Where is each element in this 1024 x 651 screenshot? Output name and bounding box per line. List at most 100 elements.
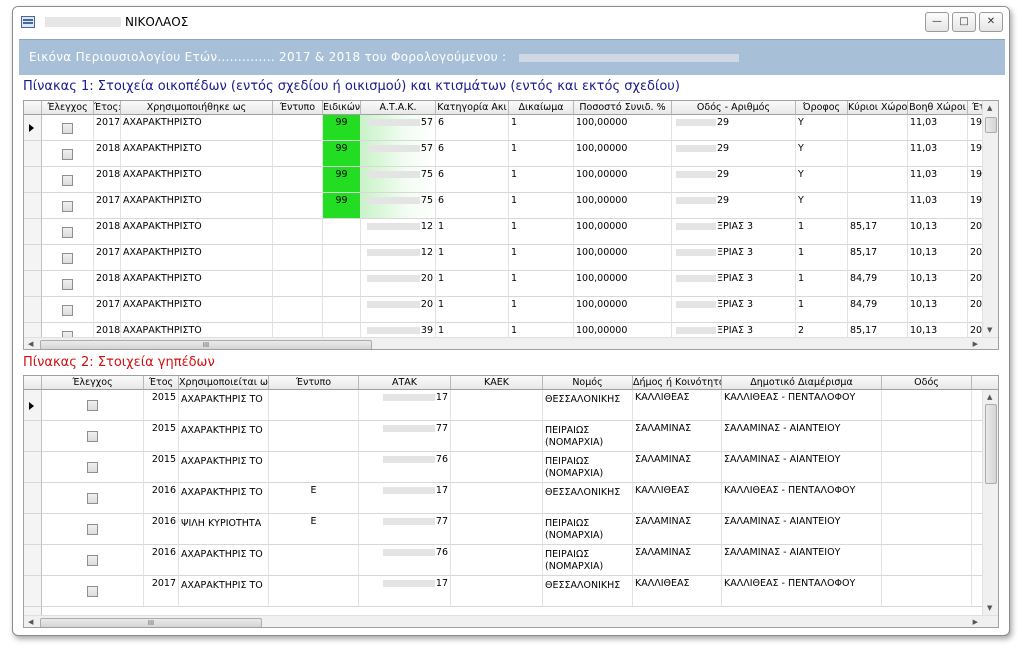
row-selector[interactable]	[24, 167, 42, 193]
check-cell[interactable]	[42, 245, 94, 271]
row-selector[interactable]	[24, 141, 42, 167]
table1-header-12[interactable]: Κύριοι Χώροι	[848, 101, 908, 115]
scroll-up-arrow-icon[interactable]: ▲	[987, 392, 992, 402]
table1-header-13[interactable]: Βοηθ Χώροι	[908, 101, 968, 115]
table2-header-5[interactable]: ΑΤΑΚ	[359, 376, 451, 390]
cell-usage: ΑΧΑΡΑΚΤΗΡΙΣ ΤΟ	[179, 390, 269, 421]
checkbox[interactable]	[62, 253, 73, 264]
table2-header-4[interactable]: Έντυπο	[269, 376, 359, 390]
header-text: Εικόνα Περιουσιολογίου Ετών.............…	[29, 50, 507, 64]
cell-year: 2017	[94, 297, 121, 323]
table2-vertical-scrollbar[interactable]: ▲ ▼	[982, 390, 998, 615]
row-selector[interactable]	[24, 193, 42, 219]
checkbox[interactable]	[62, 175, 73, 186]
row-selector[interactable]	[24, 545, 42, 576]
minimize-button[interactable]: —	[925, 12, 949, 32]
checkbox[interactable]	[62, 149, 73, 160]
table2-header-6[interactable]: ΚΑΕΚ	[451, 376, 543, 390]
scroll-down-arrow-icon[interactable]: ▼	[987, 325, 992, 335]
cell-aux-area: 11,03	[908, 167, 968, 193]
checkbox[interactable]	[87, 523, 98, 535]
cell-form	[269, 545, 359, 576]
check-cell[interactable]	[42, 271, 94, 297]
table1-header-4[interactable]: Έντυπο	[273, 101, 323, 115]
scroll-right-arrow-icon[interactable]: ▶	[973, 617, 978, 627]
row-selector[interactable]	[24, 514, 42, 545]
table2-header-9[interactable]: Δημοτικό Διαμέρισμα	[722, 376, 882, 390]
checkbox[interactable]	[62, 305, 73, 316]
row-selector[interactable]	[24, 452, 42, 483]
table2-header-2[interactable]: Έτος	[144, 376, 179, 390]
check-cell[interactable]	[42, 297, 94, 323]
row-selector[interactable]	[24, 483, 42, 514]
check-cell[interactable]	[42, 141, 94, 167]
check-cell[interactable]	[42, 576, 144, 607]
scroll-down-arrow-icon[interactable]: ▼	[987, 603, 992, 613]
check-cell[interactable]	[42, 167, 94, 193]
maximize-button[interactable]: □	[952, 12, 976, 32]
cell-kaek	[451, 390, 543, 421]
checkbox[interactable]	[87, 461, 98, 473]
checkbox[interactable]	[62, 201, 73, 212]
table1-vscroll-thumb[interactable]	[985, 117, 997, 133]
row-selector[interactable]	[24, 245, 42, 271]
table2-header-3[interactable]: Χρησιμοποιείται ω	[179, 376, 269, 390]
row-selector[interactable]	[24, 219, 42, 245]
checkbox[interactable]	[62, 123, 73, 134]
check-cell[interactable]	[42, 545, 144, 576]
check-cell[interactable]	[42, 115, 94, 141]
table1-header-6[interactable]: Α.Τ.Α.Κ.	[361, 101, 436, 115]
table1-header-8[interactable]: Δικαίωμα	[509, 101, 574, 115]
checkbox[interactable]	[62, 227, 73, 238]
scroll-left-arrow-icon[interactable]: ◀	[28, 339, 33, 349]
table1-header-3[interactable]: Χρησιμοποιήθηκε ως	[121, 101, 273, 115]
table2-header-7[interactable]: Νομός	[543, 376, 633, 390]
checkbox[interactable]	[62, 279, 73, 290]
table2-header-8[interactable]: Δήμος ή Κοινότητα	[633, 376, 722, 390]
table1-header-1[interactable]: Έλεγχος	[42, 101, 94, 115]
table2-hscroll-thumb[interactable]: III	[40, 618, 262, 627]
check-cell[interactable]	[42, 193, 94, 219]
row-selector[interactable]	[24, 390, 42, 421]
cell-kaek	[451, 514, 543, 545]
table1-horizontal-scrollbar[interactable]: ◀ III ▶	[24, 337, 998, 349]
close-button[interactable]: ✕	[979, 12, 1003, 32]
row-selector[interactable]	[24, 297, 42, 323]
check-cell[interactable]	[42, 452, 144, 483]
cell-right: 1	[509, 167, 574, 193]
scroll-right-arrow-icon[interactable]: ▶	[973, 339, 978, 349]
table1-header-9[interactable]: Ποσοστό Συνιδ. %	[574, 101, 672, 115]
scroll-up-arrow-icon[interactable]: ▲	[987, 103, 992, 113]
row-selector[interactable]	[24, 115, 42, 141]
table2-header-10[interactable]: Οδός	[882, 376, 972, 390]
redacted-value	[676, 171, 716, 178]
redacted-value	[366, 249, 420, 256]
checkbox[interactable]	[87, 585, 98, 597]
checkbox[interactable]	[87, 399, 98, 411]
row-selector[interactable]	[24, 576, 42, 607]
check-cell[interactable]	[42, 219, 94, 245]
table2-header-1[interactable]: Έλεγχος	[42, 376, 144, 390]
checkbox[interactable]	[87, 492, 98, 504]
scroll-left-arrow-icon[interactable]: ◀	[28, 617, 33, 627]
checkbox[interactable]	[87, 430, 98, 442]
cell-main-area: 84,79	[848, 271, 908, 297]
checkbox[interactable]	[87, 554, 98, 566]
table1-header-2[interactable]: Έτος:	[94, 101, 121, 115]
cell-form	[273, 141, 323, 167]
table1-header-5[interactable]: Ειδικών	[323, 101, 361, 115]
row-selector[interactable]	[24, 271, 42, 297]
table2-vscroll-thumb[interactable]	[985, 404, 997, 484]
table1-header-7[interactable]: Κατηγορία Ακι	[436, 101, 509, 115]
check-cell[interactable]	[42, 390, 144, 421]
cell-street: ΞΡΙΑΣ 3	[672, 219, 796, 245]
table1-vertical-scrollbar[interactable]: ▲ ▼	[982, 101, 998, 337]
table1-header-11[interactable]: Όροφος	[796, 101, 848, 115]
check-cell[interactable]	[42, 514, 144, 545]
table2-horizontal-scrollbar[interactable]: ◀ III ▶	[24, 615, 998, 627]
table1-header-10[interactable]: Οδός - Αριθμός	[672, 101, 796, 115]
table1-hscroll-thumb[interactable]: III	[40, 340, 372, 349]
row-selector[interactable]	[24, 421, 42, 452]
check-cell[interactable]	[42, 483, 144, 514]
check-cell[interactable]	[42, 421, 144, 452]
